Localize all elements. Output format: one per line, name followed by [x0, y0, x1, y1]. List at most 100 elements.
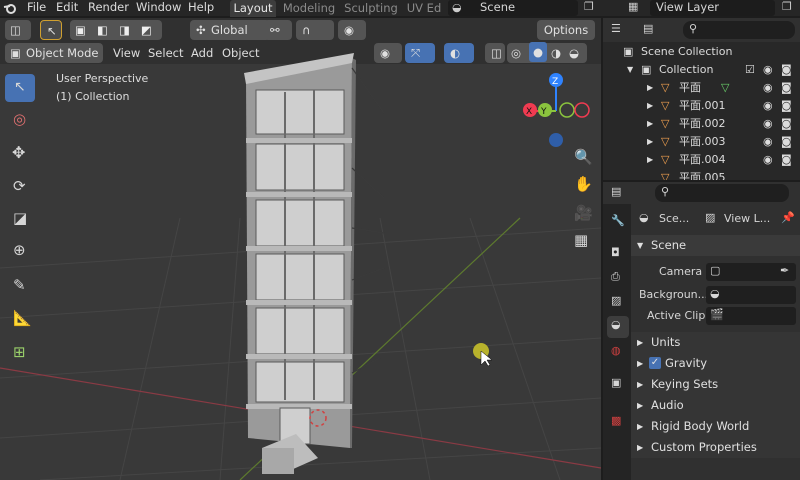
- tool-measure[interactable]: 📐: [5, 305, 35, 333]
- shading-mode-group[interactable]: ◎ ● ◑ ◒: [507, 42, 587, 63]
- zoom-button[interactable]: 🔍: [568, 146, 596, 174]
- camera-icon[interactable]: ◙: [781, 79, 792, 97]
- expand-arrow-icon[interactable]: ▶: [647, 115, 653, 133]
- menu-help[interactable]: Help: [188, 0, 214, 14]
- tree-row-object[interactable]: ▶ ▽ 平面.001 ◉ ◙: [603, 97, 800, 115]
- select-subtract-icon[interactable]: ◨: [119, 20, 130, 40]
- tab-uv-editing[interactable]: UV Ed: [404, 0, 444, 17]
- expand-arrow-icon[interactable]: ▼: [627, 61, 633, 79]
- pan-button[interactable]: ✋: [568, 173, 596, 201]
- menu-view[interactable]: View: [113, 46, 140, 60]
- options-dropdown[interactable]: Options: [537, 20, 595, 40]
- 3d-viewport[interactable]: ◫ ↖ ▣ ◧ ◨ ◩ ✣ Global ⚯ ∩ ◉ Options ▣ Obj…: [0, 18, 601, 480]
- eye-icon[interactable]: ◉: [763, 115, 773, 133]
- properties-editor-icon[interactable]: ▤: [611, 185, 621, 198]
- copy-layer-icon[interactable]: ❐: [782, 0, 792, 13]
- camera-icon[interactable]: ◙: [781, 97, 792, 115]
- background-scene-field[interactable]: ◒: [706, 286, 796, 304]
- selection-mode-group[interactable]: ▣ ◧ ◨ ◩: [70, 20, 162, 40]
- tab-texture[interactable]: ▩: [607, 412, 629, 434]
- pivot-dropdown[interactable]: ⚯: [264, 20, 292, 40]
- blender-logo-icon[interactable]: [3, 1, 17, 15]
- eye-icon[interactable]: ◉: [763, 61, 773, 79]
- expand-arrow-icon[interactable]: ▶: [647, 133, 653, 151]
- panel-custom-properties[interactable]: ▶ Custom Properties: [631, 437, 800, 458]
- material-shading-icon[interactable]: ◑: [551, 43, 561, 63]
- menu-file[interactable]: File: [27, 0, 46, 14]
- rendered-shading-icon[interactable]: ◒: [569, 43, 579, 63]
- perspective-toggle-button[interactable]: ▦: [568, 229, 596, 257]
- panel-audio[interactable]: ▶ Audio: [631, 395, 800, 416]
- menu-window[interactable]: Window: [136, 0, 181, 14]
- camera-field[interactable]: ▢ ✒: [706, 263, 796, 281]
- select-tool-button[interactable]: ↖: [40, 20, 62, 40]
- select-new-icon[interactable]: ▣: [75, 20, 86, 40]
- tab-object[interactable]: ▣: [607, 374, 629, 396]
- tool-move[interactable]: ✥: [5, 140, 35, 168]
- panel-gravity[interactable]: ▶ ✓ Gravity: [631, 353, 800, 374]
- display-mode-icon[interactable]: ▤: [643, 22, 653, 35]
- gravity-checkbox[interactable]: ✓: [649, 357, 661, 369]
- tree-row-object[interactable]: ▶ ▽ 平面.002 ◉ ◙: [603, 115, 800, 133]
- solid-shading-icon[interactable]: ●: [529, 42, 547, 62]
- camera-icon[interactable]: ◙: [781, 61, 792, 79]
- tab-render[interactable]: ◘: [607, 244, 629, 266]
- scene-selector[interactable]: ◒ Scene: [448, 0, 578, 16]
- menu-select[interactable]: Select: [148, 46, 183, 60]
- eyedropper-icon[interactable]: ✒: [780, 264, 789, 277]
- tree-row-object[interactable]: ▶ ▽ 平面.003 ◉ ◙: [603, 133, 800, 151]
- outliner-editor-icon[interactable]: ☰: [611, 22, 621, 35]
- eye-icon[interactable]: ◉: [763, 97, 773, 115]
- properties-search-input[interactable]: ⚲: [655, 184, 789, 202]
- overlays-toggle[interactable]: ◐: [444, 43, 474, 63]
- select-extend-icon[interactable]: ◧: [97, 20, 108, 40]
- tree-row-scene-collection[interactable]: ▣ Scene Collection: [603, 43, 800, 61]
- expand-arrow-icon[interactable]: ▶: [647, 79, 653, 97]
- tool-cursor[interactable]: ◎: [5, 106, 35, 134]
- tree-row-object[interactable]: ▶ ▽ 平面 ▽ ◉ ◙: [603, 79, 800, 97]
- camera-icon[interactable]: ◙: [781, 115, 792, 133]
- active-clip-field[interactable]: 🎬: [706, 307, 796, 325]
- view-layer-selector[interactable]: View Layer: [650, 0, 775, 16]
- tree-row-collection[interactable]: ▼ ▣ Collection ☑ ◉ ◙: [603, 61, 800, 79]
- tool-annotate[interactable]: ✎: [5, 272, 35, 300]
- navigation-gizmo[interactable]: Z Y X: [518, 70, 596, 152]
- tab-view-layer[interactable]: ▨: [607, 292, 629, 314]
- tool-scale[interactable]: ◪: [5, 205, 35, 233]
- gizmo-toggle[interactable]: ⤧: [405, 43, 435, 63]
- xray-toggle[interactable]: ◫: [485, 43, 505, 63]
- mode-dropdown[interactable]: ▣ Object Mode: [5, 43, 103, 63]
- wireframe-shading-icon[interactable]: ◎: [511, 43, 521, 63]
- expand-arrow-icon[interactable]: ▶: [647, 97, 653, 115]
- menu-add[interactable]: Add: [191, 46, 213, 60]
- tab-modeling[interactable]: Modeling: [280, 0, 338, 17]
- visibility-dropdown[interactable]: ◉: [374, 43, 402, 63]
- snap-toggle[interactable]: ∩: [296, 20, 334, 40]
- tab-world[interactable]: ◍: [607, 342, 629, 364]
- tool-rotate[interactable]: ⟳: [5, 173, 35, 201]
- camera-view-button[interactable]: 🎥: [568, 202, 596, 230]
- proportional-edit-toggle[interactable]: ◉: [338, 20, 366, 40]
- editor-type-button[interactable]: ◫: [5, 20, 31, 40]
- expand-arrow-icon[interactable]: ▶: [647, 151, 653, 169]
- tool-select-box[interactable]: ↖: [5, 74, 35, 102]
- panel-units[interactable]: ▶ Units: [631, 332, 800, 353]
- eye-icon[interactable]: ◉: [763, 133, 773, 151]
- outliner-search-input[interactable]: ⚲: [683, 21, 795, 39]
- select-invert-icon[interactable]: ◩: [141, 20, 152, 40]
- camera-icon[interactable]: ◙: [781, 151, 792, 169]
- eye-icon[interactable]: ◉: [763, 79, 773, 97]
- copy-scene-icon[interactable]: ❐: [584, 0, 594, 13]
- tab-layout[interactable]: Layout: [230, 0, 276, 17]
- pin-icon[interactable]: 📌: [781, 211, 795, 224]
- transform-orientation-dropdown[interactable]: ✣ Global: [190, 20, 270, 40]
- tree-row-object[interactable]: ▽ 平面.005: [603, 169, 800, 180]
- panel-scene[interactable]: ▼ Scene: [631, 235, 800, 256]
- tool-transform[interactable]: ⊕: [5, 237, 35, 265]
- tab-output[interactable]: ⎙: [607, 268, 629, 290]
- tab-sculpting[interactable]: Sculpting: [342, 0, 400, 17]
- panel-rigid-body-world[interactable]: ▶ Rigid Body World: [631, 416, 800, 437]
- menu-edit[interactable]: Edit: [56, 0, 78, 14]
- menu-render[interactable]: Render: [88, 0, 129, 14]
- checkbox-icon[interactable]: ☑: [745, 61, 755, 79]
